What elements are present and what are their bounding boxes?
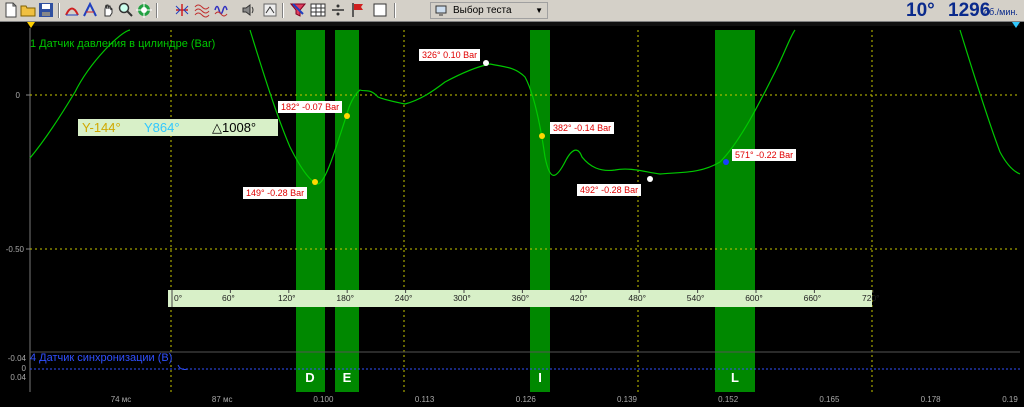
y-tick-0: 0	[16, 91, 21, 100]
multimeter-icon[interactable]	[262, 2, 278, 18]
new-file-icon[interactable]	[3, 2, 19, 18]
angle-scale-label: 660°	[804, 293, 822, 303]
angle-scale-label: 240°	[395, 293, 413, 303]
point-dot-5[interactable]	[647, 176, 653, 182]
time-axis-label: 0.19	[1002, 395, 1018, 404]
test-select[interactable]: Выбор теста ▼	[430, 2, 548, 19]
point-dot-1[interactable]	[312, 179, 318, 185]
save-icon[interactable]	[38, 2, 54, 18]
phase-bands	[296, 30, 755, 392]
point-dot-4[interactable]	[539, 133, 545, 139]
y2-tick-004: 0.04	[10, 373, 26, 382]
left-marker-icon: Y	[82, 120, 90, 135]
wave-compare-icon[interactable]	[214, 2, 230, 18]
angle-scale-label: 0°	[174, 293, 182, 303]
angle-scale-label: 600°	[745, 293, 763, 303]
angle-scale-label: 120°	[278, 293, 296, 303]
phase-label-d: D	[305, 370, 314, 385]
time-axis-label: 0.178	[921, 395, 942, 404]
time-axis-label: 0.139	[617, 395, 638, 404]
oscilloscope-plot[interactable]: 0 -0.50 -0.04 0 0.04 0° 60° 120° 180° 240° 30…	[0, 22, 1024, 407]
angle-scale-label: 300°	[453, 293, 471, 303]
flag-icon[interactable]	[350, 2, 366, 18]
point-dot-3[interactable]	[483, 60, 489, 66]
time-axis-label: 0.113	[415, 395, 435, 404]
monitor-icon	[435, 5, 447, 16]
y-tick-neg050: -0.50	[6, 245, 25, 254]
time-axis-label: 0.152	[718, 395, 739, 404]
point-dot-2[interactable]	[344, 113, 350, 119]
phase-label-e: E	[343, 370, 352, 385]
wave-filter-icon[interactable]	[194, 2, 210, 18]
hand-icon[interactable]	[100, 2, 116, 18]
angle-scale-label: 540°	[687, 293, 705, 303]
divide-icon[interactable]	[330, 2, 346, 18]
channel-icon[interactable]	[64, 2, 80, 18]
trigger-icon[interactable]	[82, 2, 98, 18]
y2-tick-neg004: -0.04	[8, 354, 27, 363]
y2-tick-0: 0	[22, 364, 27, 373]
zoom-icon[interactable]	[118, 2, 134, 18]
right-marker-readout[interactable]: Y864°	[140, 119, 208, 136]
phase-band-i	[530, 30, 550, 392]
delta-icon: △	[212, 120, 222, 135]
checkbox-icon[interactable]	[372, 2, 388, 18]
filter-icon[interactable]	[290, 2, 306, 18]
point-label-3: 326° 0.10 Bar	[419, 49, 481, 61]
angle-scale-label: 180°	[336, 293, 354, 303]
phase-band-l	[715, 30, 755, 392]
spread-icon[interactable]	[174, 2, 190, 18]
point-dot-6[interactable]	[723, 159, 729, 165]
point-label-2: 182° -0.07 Bar	[278, 101, 343, 113]
angle-scale-label: 60°	[222, 293, 235, 303]
time-axis-label: 0.100	[313, 395, 334, 404]
time-axis-label: 87 мс	[212, 395, 233, 404]
speaker-icon[interactable]	[240, 2, 256, 18]
angle-scale-label: 720°	[862, 293, 880, 303]
cursor-target-icon[interactable]	[136, 2, 152, 18]
point-label-5: 492° -0.28 Bar	[577, 184, 642, 196]
rpm-unit: об./мин.	[984, 7, 1018, 17]
left-marker-value: -144°	[89, 120, 121, 135]
table-icon[interactable]	[310, 2, 326, 18]
point-label-4: 382° -0.14 Bar	[550, 122, 615, 134]
phase-label-i: I	[538, 370, 542, 385]
right-marker-icon: Y	[144, 120, 153, 135]
delta-readout: △1008°	[208, 119, 278, 136]
time-axis-label: 74 мс	[111, 395, 132, 404]
toolbar: Выбор теста ▼ 10° 1296 об./мин.	[0, 0, 1024, 22]
angle-scale-label: 420°	[570, 293, 588, 303]
phase-band-e	[335, 30, 359, 392]
left-marker-readout[interactable]: Y-144°	[78, 119, 140, 136]
angle-readout: 10°	[906, 0, 935, 21]
channel-4-caption: 4 Датчик синхронизации (В)	[30, 352, 173, 364]
channel-1-caption: 1 Датчик давления в цилиндре (Bar)	[30, 38, 216, 50]
angle-scale-label: 360°	[512, 293, 530, 303]
point-label-1: 149° -0.28 Bar	[243, 187, 308, 199]
test-select-value: Выбор теста	[453, 5, 512, 16]
time-axis-label: 0.165	[819, 395, 840, 404]
grid	[30, 30, 1020, 392]
time-axis-label: 0.126	[516, 395, 537, 404]
right-marker-value: 864°	[152, 120, 180, 135]
phase-label-l: L	[731, 370, 739, 385]
delta-value: 1008°	[222, 120, 257, 135]
phase-band-d	[296, 30, 325, 392]
chevron-down-icon: ▼	[535, 6, 543, 15]
open-folder-icon[interactable]	[20, 2, 36, 18]
point-label-6: 571° -0.22 Bar	[732, 149, 797, 161]
angle-scale-label: 480°	[628, 293, 646, 303]
